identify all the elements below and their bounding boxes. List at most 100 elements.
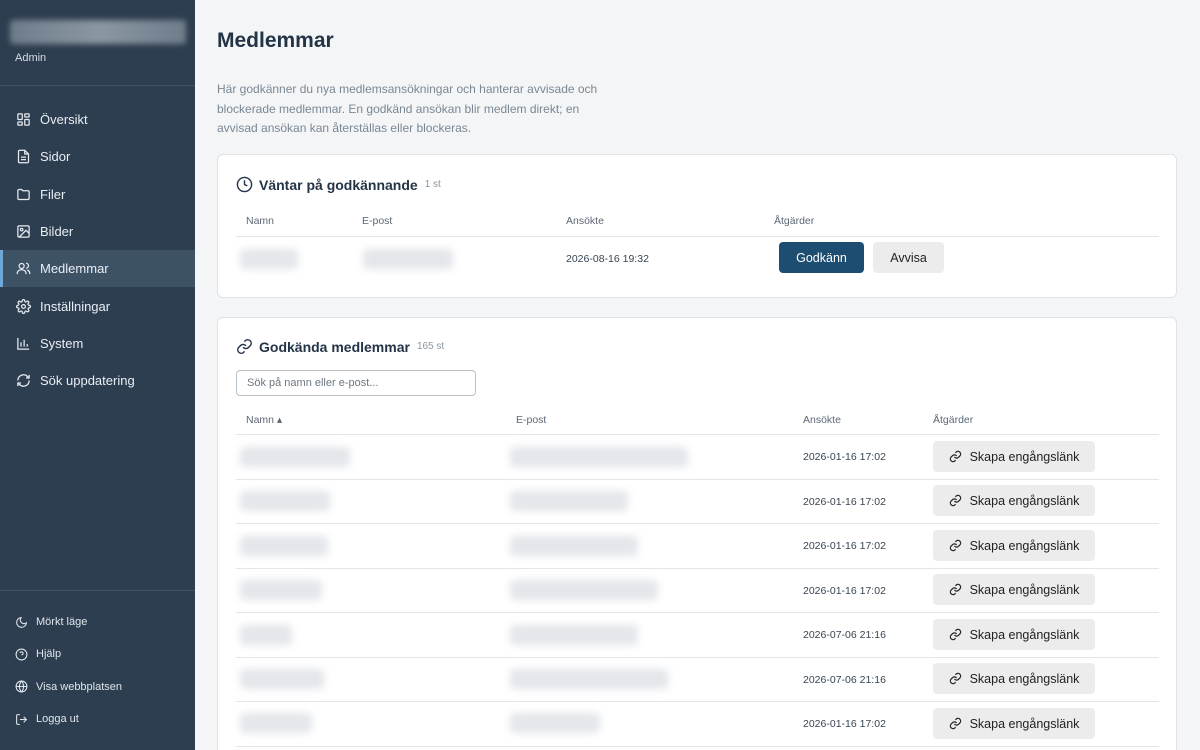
column-header-email: E-post xyxy=(516,414,547,426)
dark-mode-toggle[interactable]: Mörkt läge xyxy=(0,606,195,638)
sidebar-item-system[interactable]: System xyxy=(0,325,195,362)
row-divider xyxy=(236,701,1159,702)
redacted-name xyxy=(240,713,312,733)
create-one-time-link-button[interactable]: Skapa engångslänk xyxy=(933,619,1095,650)
row-divider xyxy=(236,612,1159,613)
create-one-time-link-button[interactable]: Skapa engångslänk xyxy=(933,663,1095,694)
create-link-label: Skapa engångslänk xyxy=(969,671,1080,686)
approved-header: Godkända medlemmar 165 st xyxy=(236,338,444,355)
sidebar-item-label: Bilder xyxy=(40,224,74,240)
logout-link[interactable]: Logga ut xyxy=(0,703,195,735)
table-divider xyxy=(236,236,1159,237)
clock-icon xyxy=(236,176,253,193)
applied-date: 2026-01-16 17:02 xyxy=(803,585,886,597)
sidebar-divider xyxy=(0,85,195,86)
logout-label: Logga ut xyxy=(36,713,79,726)
redacted-email xyxy=(510,580,658,600)
row-divider xyxy=(236,568,1159,569)
link-icon xyxy=(949,494,962,507)
create-link-label: Skapa engångslänk xyxy=(969,449,1080,464)
redacted-name xyxy=(240,447,350,467)
bar-chart-icon xyxy=(15,335,31,351)
redacted-email xyxy=(510,491,628,511)
sidebar-item-label: Filer xyxy=(40,186,66,202)
sidebar-nav: Översikt Sidor Filer Bilder Medlemmar In… xyxy=(0,101,195,399)
sidebar-divider xyxy=(0,590,195,591)
create-one-time-link-button[interactable]: Skapa engångslänk xyxy=(933,485,1095,516)
page-title: Medlemmar xyxy=(217,29,334,52)
redacted-email xyxy=(510,536,638,556)
pending-header: Väntar på godkännande 1 st xyxy=(236,176,441,193)
document-icon xyxy=(15,149,31,165)
refresh-icon xyxy=(15,373,31,389)
grid-icon xyxy=(15,112,31,128)
sidebar-item-installningar[interactable]: Inställningar xyxy=(0,287,195,324)
applied-date: 2026-07-06 21:16 xyxy=(803,629,886,641)
reject-button[interactable]: Avvisa xyxy=(873,242,944,273)
redacted-name xyxy=(240,625,292,645)
redacted-name xyxy=(240,491,330,511)
approved-count: 165 st xyxy=(416,341,445,352)
approve-button[interactable]: Godkänn xyxy=(779,242,864,273)
user-role: Admin xyxy=(15,52,47,64)
site-name-redacted xyxy=(10,20,186,44)
link-icon xyxy=(949,583,962,596)
help-icon xyxy=(15,648,28,661)
row-divider xyxy=(236,479,1159,480)
link-icon xyxy=(949,539,962,552)
logout-icon xyxy=(15,713,28,726)
image-icon xyxy=(15,224,31,240)
sidebar-item-label: Sök uppdatering xyxy=(40,373,135,389)
link-icon xyxy=(236,338,253,355)
sidebar-item-bilder[interactable]: Bilder xyxy=(0,213,195,250)
users-icon xyxy=(15,261,31,277)
redacted-name xyxy=(240,249,298,269)
create-one-time-link-button[interactable]: Skapa engångslänk xyxy=(933,708,1095,739)
approved-title: Godkända medlemmar xyxy=(259,338,410,355)
view-site-link[interactable]: Visa webbplatsen xyxy=(0,671,195,703)
approved-card: Godkända medlemmar 165 st Namn ▴ E-post … xyxy=(217,317,1177,750)
folder-icon xyxy=(15,186,31,202)
create-one-time-link-button[interactable]: Skapa engångslänk xyxy=(933,574,1095,605)
column-header-applied: Ansökte xyxy=(566,215,604,227)
sidebar-item-label: Medlemmar xyxy=(40,261,109,277)
column-header-name-sortable[interactable]: Namn ▴ xyxy=(246,414,282,426)
sidebar-item-label: Sidor xyxy=(40,149,71,165)
sidebar-item-sidor[interactable]: Sidor xyxy=(0,138,195,175)
column-header-actions: Åtgärder xyxy=(774,215,815,227)
create-one-time-link-button[interactable]: Skapa engångslänk xyxy=(933,441,1095,472)
pending-title: Väntar på godkännande xyxy=(259,176,418,193)
help-label: Hjälp xyxy=(36,648,62,661)
page-intro: Här godkänner du nya medlemsansökningar … xyxy=(217,82,598,135)
globe-icon xyxy=(15,680,28,693)
redacted-email xyxy=(510,447,688,467)
sidebar-item-oversikt[interactable]: Översikt xyxy=(0,101,195,138)
sidebar-item-label: Översikt xyxy=(40,112,88,128)
applied-date: 2026-01-16 17:02 xyxy=(803,451,886,463)
applied-date: 2026-07-06 21:16 xyxy=(803,674,886,686)
applied-date: 2026-08-16 19:32 xyxy=(566,253,649,265)
column-header-actions: Åtgärder xyxy=(933,414,974,426)
redacted-email xyxy=(510,625,638,645)
sidebar-item-label: System xyxy=(40,335,84,351)
link-icon xyxy=(949,628,962,641)
member-search-input[interactable] xyxy=(236,370,476,396)
create-link-label: Skapa engångslänk xyxy=(969,716,1080,731)
main-content: Medlemmar Här godkänner du nya medlemsan… xyxy=(195,0,1200,750)
create-one-time-link-button[interactable]: Skapa engångslänk xyxy=(933,530,1095,561)
link-icon xyxy=(949,450,962,463)
redacted-name xyxy=(240,580,322,600)
applied-date: 2026-01-16 17:02 xyxy=(803,718,886,730)
pending-count: 1 st xyxy=(424,179,441,190)
column-header-name: Namn xyxy=(246,215,275,227)
sidebar-item-filer[interactable]: Filer xyxy=(0,176,195,213)
redacted-email xyxy=(510,669,668,689)
sidebar-item-label: Inställningar xyxy=(40,298,111,314)
sidebar-item-medlemmar[interactable]: Medlemmar xyxy=(0,250,195,288)
moon-icon xyxy=(15,616,28,629)
help-link[interactable]: Hjälp xyxy=(0,638,195,670)
create-link-label: Skapa engångslänk xyxy=(969,627,1080,642)
column-header-email: E-post xyxy=(362,215,393,227)
sidebar-item-sok-uppdatering[interactable]: Sök uppdatering xyxy=(0,362,195,399)
redacted-name xyxy=(240,536,328,556)
